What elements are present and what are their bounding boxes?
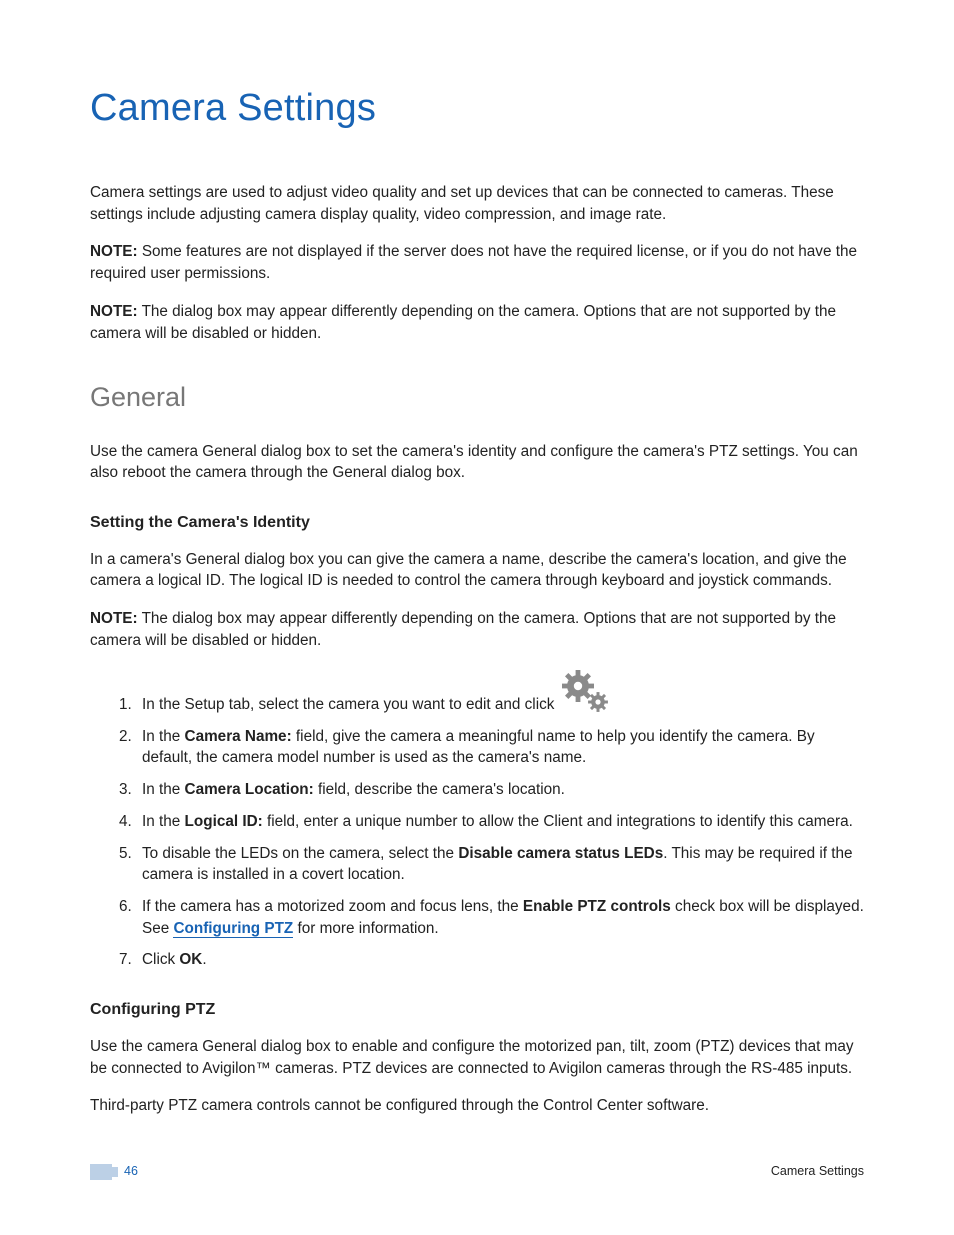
step-7: Click OK.	[136, 949, 864, 971]
step-text: field, describe the camera's location.	[314, 781, 565, 798]
step-text: To disable the LEDs on the camera, selec…	[142, 845, 458, 862]
ptz-paragraph-2: Third-party PTZ camera controls cannot b…	[90, 1095, 864, 1117]
step-6: If the camera has a motorized zoom and f…	[136, 896, 864, 939]
note-text-1: Some features are not displayed if the s…	[90, 243, 857, 282]
step-bold: Enable PTZ controls	[523, 898, 671, 915]
footer-left: 46	[90, 1163, 138, 1181]
step-text: In the	[142, 781, 185, 798]
note-label: NOTE:	[90, 243, 138, 260]
step-bold: Camera Location:	[185, 781, 314, 798]
note-text-2: The dialog box may appear differently de…	[90, 303, 836, 342]
identity-note-text: The dialog box may appear differently de…	[90, 610, 836, 649]
intro-paragraph: Camera settings are used to adjust video…	[90, 182, 864, 225]
configuring-ptz-link[interactable]: Configuring PTZ	[173, 920, 293, 938]
step-bold: Camera Name:	[185, 728, 292, 745]
step-text: In the	[142, 813, 185, 830]
step-text: .	[202, 951, 206, 968]
page-number: 46	[124, 1163, 138, 1181]
step-3: In the Camera Location: field, describe …	[136, 779, 864, 801]
step-bold: OK	[179, 951, 202, 968]
step-1-text: In the Setup tab, select the camera you …	[142, 694, 554, 716]
step-text: for more information.	[293, 920, 438, 937]
identity-note: NOTE: The dialog box may appear differen…	[90, 608, 864, 651]
steps-list: In the Setup tab, select the camera you …	[90, 668, 864, 971]
document-page: Camera Settings Camera settings are used…	[0, 0, 954, 1235]
footer-section-label: Camera Settings	[771, 1163, 864, 1181]
step-bold: Logical ID:	[185, 813, 263, 830]
page-title: Camera Settings	[90, 82, 864, 136]
step-text: field, enter a unique number to allow th…	[263, 813, 853, 830]
subheading-ptz: Configuring PTZ	[90, 999, 864, 1022]
step-4: In the Logical ID: field, enter a unique…	[136, 811, 864, 833]
identity-paragraph-1: In a camera's General dialog box you can…	[90, 549, 864, 592]
ptz-paragraph-1: Use the camera General dialog box to ena…	[90, 1036, 864, 1079]
step-5: To disable the LEDs on the camera, selec…	[136, 843, 864, 886]
step-text: Click	[142, 951, 179, 968]
note-paragraph-2: NOTE: The dialog box may appear differen…	[90, 301, 864, 344]
page-footer: 46 Camera Settings	[90, 1163, 864, 1181]
section-heading-general: General	[90, 378, 864, 416]
settings-gear-icon	[558, 668, 618, 716]
subheading-identity: Setting the Camera's Identity	[90, 512, 864, 535]
footer-logo-icon	[90, 1164, 112, 1180]
note-label: NOTE:	[90, 303, 138, 320]
step-1: In the Setup tab, select the camera you …	[136, 668, 864, 716]
step-text: If the camera has a motorized zoom and f…	[142, 898, 523, 915]
step-text: In the	[142, 728, 185, 745]
step-bold: Disable camera status LEDs	[458, 845, 663, 862]
general-intro: Use the camera General dialog box to set…	[90, 441, 864, 484]
note-paragraph-1: NOTE: Some features are not displayed if…	[90, 241, 864, 284]
step-2: In the Camera Name: field, give the came…	[136, 726, 864, 769]
note-label: NOTE:	[90, 610, 138, 627]
